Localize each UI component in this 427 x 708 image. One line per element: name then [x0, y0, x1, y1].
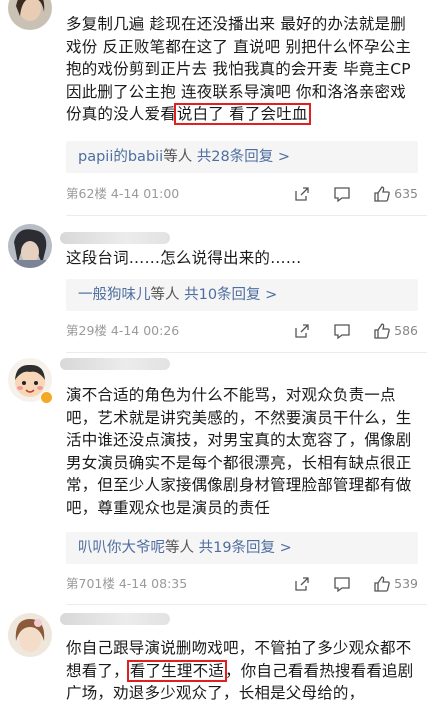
thumbs-up-icon[interactable] [373, 575, 391, 593]
floor-time: 第701楼 4-14 08:35 [66, 576, 188, 591]
like-count: 635 [394, 186, 418, 201]
username[interactable] [60, 232, 170, 244]
like-count: 539 [394, 576, 418, 591]
comment-icon[interactable] [333, 322, 351, 340]
comment-meta: 第29楼 4-14 00:26 586 [66, 321, 418, 341]
like-count: 586 [394, 323, 418, 338]
divider [66, 215, 427, 216]
comment-text: 你自己跟导演说删吻戏吧，不管拍了多少观众都不想看了，看了生理不适，你自己看看热搜… [66, 639, 414, 703]
verified-badge-icon [40, 391, 53, 404]
share-icon[interactable] [293, 322, 311, 340]
comment-meta: 第62楼 4-14 01:00 635 [66, 184, 418, 204]
share-icon[interactable] [293, 185, 311, 203]
username[interactable] [60, 358, 170, 370]
thumbs-up-icon[interactable] [373, 185, 391, 203]
comment-icon[interactable] [333, 575, 351, 593]
share-icon[interactable] [293, 575, 311, 593]
comment-meta: 第701楼 4-14 08:35 539 [66, 574, 418, 594]
floor-time: 第29楼 4-14 00:26 [66, 323, 180, 338]
comment-text: 这段台词……怎么说得出来的…… [66, 249, 302, 267]
replies-summary[interactable]: 叭叭你大爷呢等人 共19条回复 > [66, 532, 418, 564]
thumbs-up-icon[interactable] [373, 322, 391, 340]
comment-icon[interactable] [333, 185, 351, 203]
divider [66, 604, 427, 605]
comment-text: 演不合适的角色为什么不能骂，对观众负责一点吧，艺术就是讲究美感的，不然要演员干什… [66, 386, 412, 517]
divider [66, 352, 427, 353]
avatar[interactable] [8, 613, 52, 657]
floor-time: 第62楼 4-14 01:00 [66, 186, 180, 201]
username[interactable] [60, 613, 170, 625]
highlighted-text: 说白了 看了会吐血 [173, 103, 311, 126]
avatar[interactable] [8, 224, 52, 268]
replies-summary[interactable]: 一般狗味儿等人 共10条回复 > [66, 279, 418, 311]
comment-text: 多复制几遍 趁现在还没播出来 最好的办法就是删戏份 反正败笔都在这了 直说吧 别… [66, 15, 412, 126]
highlighted-text: 看了生理不适 [126, 659, 228, 682]
avatar[interactable] [8, 0, 52, 30]
replies-summary[interactable]: papii的babii等人 共28条回复 > [66, 141, 418, 173]
